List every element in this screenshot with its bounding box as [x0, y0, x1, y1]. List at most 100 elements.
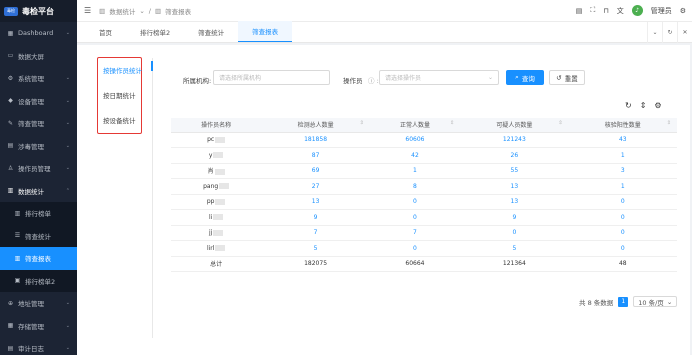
col-positive[interactable]: 核验阳性数量 ⇳	[568, 118, 677, 133]
nav-divider	[152, 58, 153, 338]
tab-dropdown-icon[interactable]: ⌄	[647, 22, 662, 43]
cell-value: 肖	[207, 168, 214, 176]
cell-suspect[interactable]: 13	[460, 194, 569, 210]
page-1[interactable]: 1	[618, 296, 629, 307]
fullscreen-icon[interactable]: ⛶	[590, 6, 595, 15]
app-logo[interactable]: 毒检 毒检平台	[0, 0, 77, 22]
cell-value: 55	[510, 167, 519, 175]
sidebar-item-drug[interactable]: ▤ 涉毒管理 ⌄	[0, 135, 77, 158]
cell-normal[interactable]: 0	[369, 240, 461, 257]
sidebar-item-gear[interactable]: ⚙ 系统管理 ⌄	[0, 67, 77, 90]
cell-name: li	[171, 209, 262, 226]
sidebar-item-screen[interactable]: ▭ 数据大屏	[0, 45, 77, 68]
redacted-mask	[215, 136, 226, 143]
page-size-select[interactable]: 10 条/页 ⌄	[633, 296, 678, 307]
nav-by-date[interactable]: 按日期统计	[103, 90, 136, 100]
cell-normal[interactable]: 0	[369, 194, 461, 210]
tab-screening-stats[interactable]: 筛查统计	[184, 21, 238, 42]
cell-total[interactable]: 87	[261, 147, 370, 164]
sidebar-item-dashboard[interactable]: ▦ Dashboard ⌄	[0, 22, 77, 45]
cell-value: 5	[512, 244, 517, 252]
translate-icon[interactable]: 文	[617, 6, 624, 16]
cell-suspect[interactable]: 5	[460, 240, 569, 257]
settings-icon[interactable]: ⚙	[654, 101, 661, 110]
cell-total[interactable]: 13	[261, 194, 370, 210]
column-height-icon[interactable]: ⇕	[640, 101, 647, 110]
refresh-icon[interactable]: ↻	[662, 22, 677, 43]
operator-select[interactable]: 请选择操作员 ⌄	[379, 70, 499, 85]
cell-suspect[interactable]: 55	[460, 163, 569, 179]
sidebar-item-operator[interactable]: ♙ 操作员管理 ⌄	[0, 157, 77, 180]
sidebar-item-ranking[interactable]: ▥ 排行榜单	[0, 202, 77, 225]
avatar[interactable]: ♪	[631, 5, 643, 16]
cell-normal[interactable]: 60606	[369, 132, 461, 148]
cell-total[interactable]: 27	[261, 178, 370, 195]
col-normal[interactable]: 正常人数量 ⇳	[369, 118, 461, 133]
cell-positive[interactable]: 3	[568, 163, 677, 179]
sidebar-item-stats[interactable]: ▥ 数据统计 ⌃	[0, 180, 77, 203]
cell-value: 0	[512, 229, 517, 237]
cell-suspect[interactable]: 13	[460, 178, 569, 195]
cell-positive[interactable]: 43	[568, 132, 677, 148]
sidebar-item-device[interactable]: ◆ 设备管理 ⌄	[0, 90, 77, 113]
cell-positive[interactable]: 1	[568, 147, 677, 164]
cell-positive[interactable]: 1	[568, 178, 677, 195]
sidebar-item-screening[interactable]: ✎ 筛查管理 ⌄	[0, 112, 77, 135]
cell-positive[interactable]: 0	[568, 194, 677, 210]
report-card: 按操作员统计 按日期统计 按设备统计 所属机构: 请选择所属机构 操作员 ⓘ :…	[77, 45, 690, 355]
sidebar-item-audit[interactable]: ▤ 审计日志 ⌄	[0, 337, 77, 355]
breadcrumb-item-stats[interactable]: 数据统计	[109, 6, 135, 16]
sidebar-item-filter-stats[interactable]: ☰ 筛查统计	[0, 224, 77, 247]
cell-total[interactable]: 181858	[261, 132, 370, 148]
cell-suspect[interactable]: 9	[460, 209, 569, 226]
cell-normal[interactable]: 1	[369, 163, 461, 179]
tab-ranking2[interactable]: 排行榜单2	[126, 21, 184, 42]
cell-suspect[interactable]: 0	[460, 225, 569, 241]
user-name[interactable]: 管理员	[651, 6, 672, 16]
cell-value: 181858	[304, 136, 328, 144]
cell-positive[interactable]: 0	[568, 225, 677, 241]
cell-suspect: 121364	[460, 256, 569, 272]
close-tabs-icon[interactable]: ✕	[677, 22, 692, 43]
nav-by-operator[interactable]: 按操作员统计	[103, 65, 142, 75]
col-suspect[interactable]: 可疑人员数量 ⇳	[460, 118, 569, 133]
menu-fold-icon[interactable]: ☰	[84, 6, 91, 15]
tab-home[interactable]: 首页	[85, 21, 126, 42]
cell-name: pp	[171, 194, 262, 210]
tab-screening-report[interactable]: 筛查报表	[238, 21, 293, 42]
sidebar-item-label: Dashboard	[18, 29, 54, 38]
cell-suspect[interactable]: 26	[460, 147, 569, 164]
sidebar-item-storage[interactable]: ▦ 存储管理 ⌄	[0, 315, 77, 338]
cell-total[interactable]: 7	[261, 225, 370, 241]
cell-positive[interactable]: 0	[568, 209, 677, 226]
cell-normal[interactable]: 0	[369, 209, 461, 226]
cell-value: 9	[313, 213, 318, 221]
cell-normal[interactable]: 42	[369, 147, 461, 164]
stats-icon: ▥	[7, 187, 14, 195]
lock-icon[interactable]: ⊓	[603, 7, 608, 15]
reset-button[interactable]: ↺ 重置	[549, 70, 585, 85]
cell-positive[interactable]: 0	[568, 240, 677, 257]
cell-total[interactable]: 69	[261, 163, 370, 179]
top-tools: ▤ ⛶ ⊓ 文 ♪ 管理员 ⚙	[576, 5, 686, 16]
cell-value: 42	[411, 151, 419, 159]
cell-normal[interactable]: 7	[369, 225, 461, 241]
col-total[interactable]: 检测总人数量 ⇳	[261, 118, 370, 133]
sidebar-item-ranking2[interactable]: ▣ 排行榜单2	[0, 269, 77, 292]
search-button[interactable]: ⌕ 查询	[506, 70, 544, 85]
cell-total[interactable]: 9	[261, 209, 370, 226]
refresh-icon[interactable]: ↻	[625, 101, 632, 110]
nav-by-device[interactable]: 按设备统计	[103, 115, 136, 125]
cell-suspect[interactable]: 121243	[460, 132, 569, 148]
settings-icon[interactable]: ⚙	[680, 7, 686, 15]
breadcrumb-separator: /	[148, 6, 151, 15]
sidebar-item-trend[interactable]: ▥ 筛查报表	[0, 247, 77, 270]
redacted-mask	[215, 198, 226, 205]
chevron-down-icon: ⌄	[65, 97, 70, 104]
document-icon[interactable]: ▤	[576, 7, 583, 15]
cell-total[interactable]: 5	[261, 240, 370, 257]
storage-icon: ▦	[7, 322, 14, 330]
cell-normal[interactable]: 8	[369, 178, 461, 195]
sidebar-item-location[interactable]: ⊕ 地址管理 ⌄	[0, 292, 77, 315]
org-select[interactable]: 请选择所属机构	[213, 70, 330, 85]
